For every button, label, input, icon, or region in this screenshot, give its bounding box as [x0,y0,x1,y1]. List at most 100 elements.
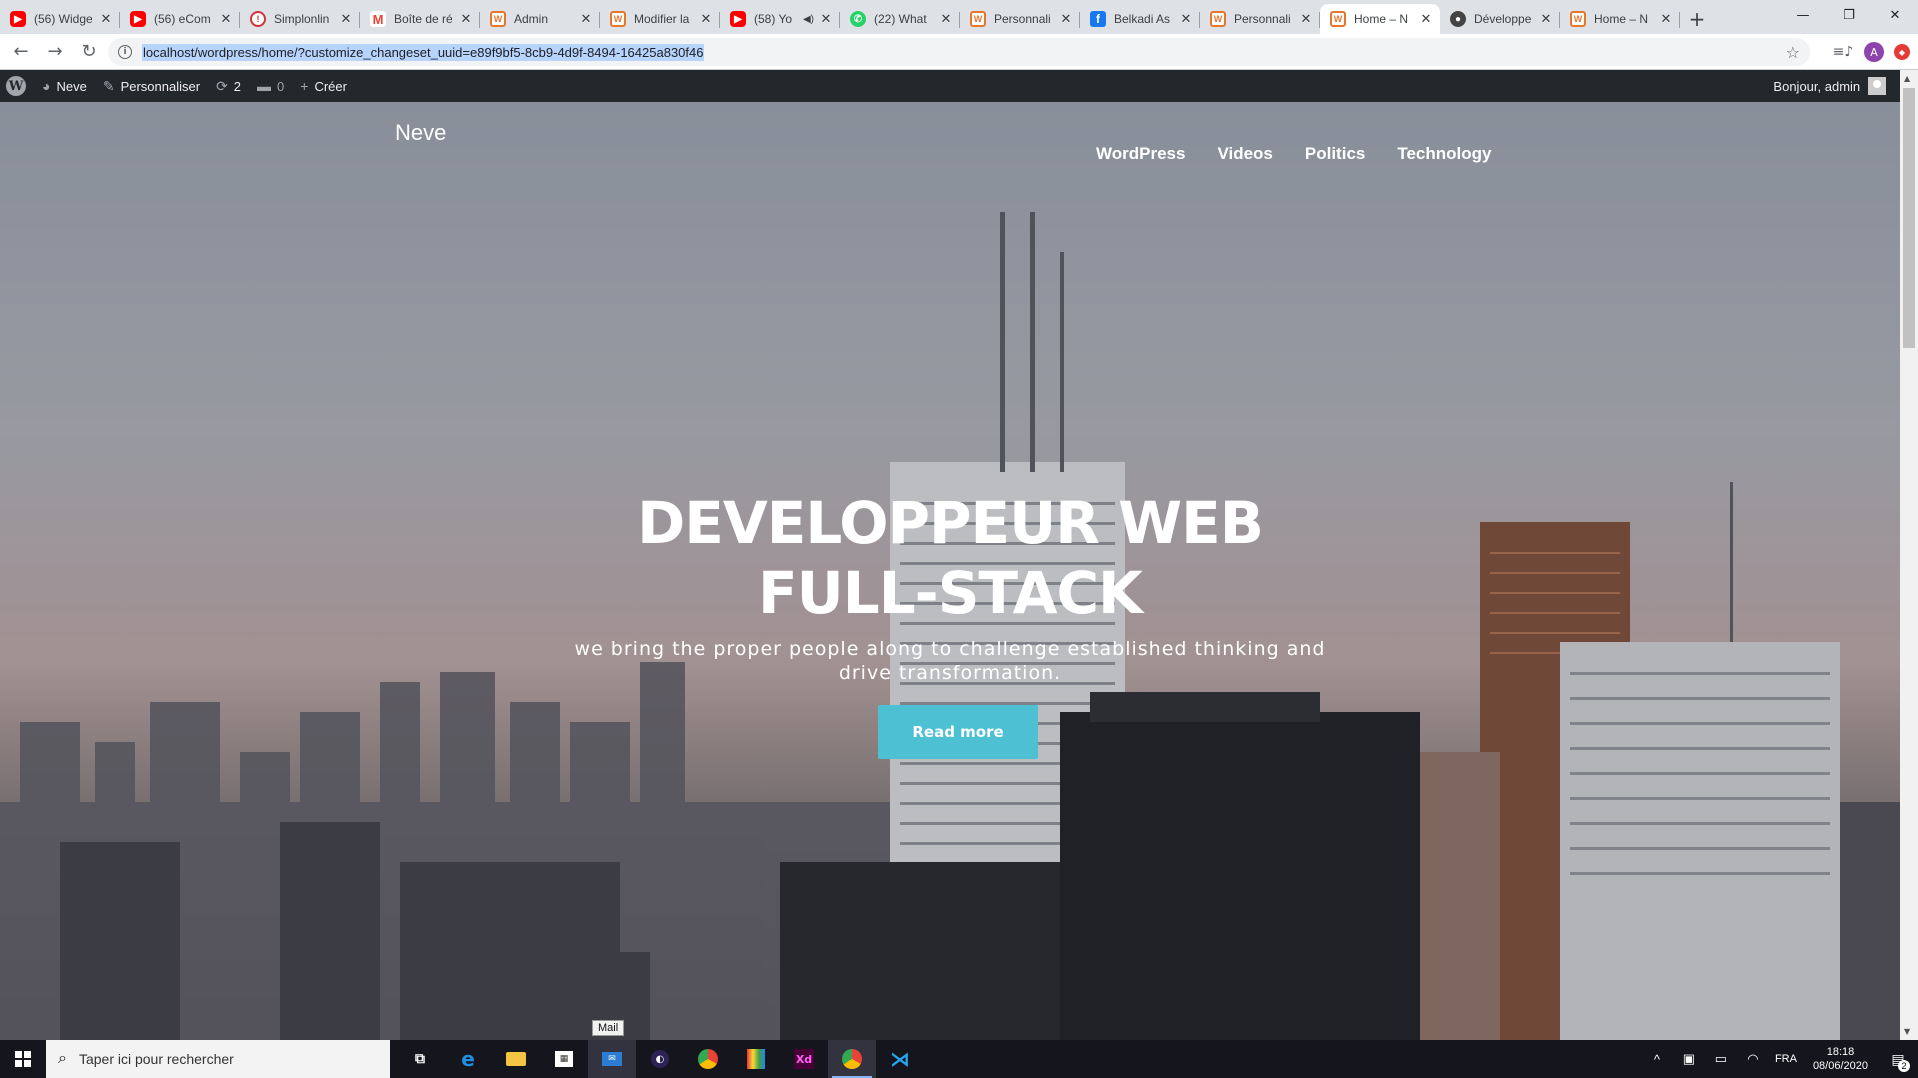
browser-tab[interactable]: W Admin ✕ [480,4,600,34]
close-tab-icon[interactable]: ✕ [698,11,714,27]
site-name: Neve [56,78,87,94]
menu-item-technology[interactable]: Technology [1397,144,1491,164]
browser-tab[interactable]: ● Développe ✕ [1440,4,1560,34]
url-text[interactable]: localhost/wordpress/home/?customize_chan… [142,43,705,61]
close-tab-icon[interactable]: ✕ [818,11,834,27]
updates-count: 2 [233,78,242,94]
new-tab-button[interactable]: + [1680,4,1714,34]
vscode-button[interactable]: ⋊ [876,1040,924,1078]
browser-tab[interactable]: ▶ (56) Widge ✕ [0,4,120,34]
windows-logo-icon [15,1051,31,1067]
browser-tab[interactable]: ! Simplonlin ✕ [240,4,360,34]
browser-tab[interactable]: ✆ (22) What ✕ [840,4,960,34]
bookmark-star-icon[interactable]: ☆ [1786,43,1800,62]
close-tab-icon[interactable]: ✕ [1298,11,1314,27]
youtube-icon: ▶ [730,11,746,27]
battery-icon[interactable]: ▭ [1705,1051,1737,1067]
close-tab-icon[interactable]: ✕ [1178,11,1194,27]
scroll-down-arrow-icon[interactable]: ▼ [1904,1027,1910,1036]
taskbar-search[interactable]: ⌕ Taper ici pour rechercher [46,1040,390,1078]
page-scrollbar[interactable]: ▲ ▼ [1900,70,1918,1040]
browser-tab[interactable]: W Modifier la ✕ [600,4,720,34]
scroll-up-arrow-icon[interactable]: ▲ [1904,74,1910,83]
forward-arrow-icon[interactable]: → [38,38,72,66]
chrome-profile-button[interactable] [828,1040,876,1078]
browser-tab-active[interactable]: W Home – N ✕ [1320,4,1440,34]
updates-icon: ⟳ [216,77,228,94]
store-button[interactable]: ▦ [540,1040,588,1078]
task-view-button[interactable]: ⧉ [396,1040,444,1078]
close-tab-icon[interactable]: ✕ [938,11,954,27]
menu-item-wordpress[interactable]: WordPress [1096,144,1185,164]
account-greeting[interactable]: Bonjour, admin [1773,79,1860,94]
facebook-icon: f [1090,11,1106,27]
browser-tab[interactable]: W Home – N ✕ [1560,4,1680,34]
wordpress-site-icon: W [1570,11,1586,27]
read-more-button[interactable]: Read more [878,705,1038,759]
back-arrow-icon[interactable]: ← [4,38,38,66]
admin-bar-new[interactable]: + Créer [292,70,355,102]
close-tab-icon[interactable]: ✕ [1058,11,1074,27]
new-label: Créer [314,78,347,94]
close-tab-icon[interactable]: ✕ [1658,11,1674,27]
clock-time: 18:18 [1826,1046,1855,1058]
scrollbar-thumb[interactable] [1903,88,1915,348]
mail-button[interactable]: ✉ [588,1040,636,1078]
tab-label: (22) What [874,12,927,26]
close-tab-icon[interactable]: ✕ [458,11,474,27]
browser-tab[interactable]: M Boîte de ré ✕ [360,4,480,34]
adobe-xd-button[interactable]: Xd [780,1040,828,1078]
browser-tab[interactable]: ▶ (58) Yo ◀) ✕ [720,4,840,34]
extension-icon[interactable]: ◆ [1894,44,1910,60]
wifi-icon[interactable]: ◠ [1737,1051,1769,1067]
file-explorer-button[interactable] [492,1040,540,1078]
browser-tab[interactable]: W Personnali ✕ [960,4,1080,34]
menu-item-videos[interactable]: Videos [1217,144,1272,164]
task-view-icon: ⧉ [415,1051,425,1067]
close-tab-icon[interactable]: ✕ [338,11,354,27]
start-button[interactable] [0,1040,46,1078]
edge-button[interactable]: e [444,1040,492,1078]
close-tab-icon[interactable]: ✕ [98,11,114,27]
site-info-icon[interactable]: i [118,45,132,59]
menu-item-politics[interactable]: Politics [1305,144,1365,164]
dashboard-icon: ◕ [42,78,51,94]
wordpress-logo-icon[interactable]: W [6,76,26,96]
language-indicator[interactable]: FRA [1775,1053,1797,1065]
youtube-icon: ▶ [10,11,26,27]
brush-icon: ✎ [102,77,115,94]
minimize-icon[interactable]: — [1780,0,1826,30]
browser-tab[interactable]: f Belkadi As ✕ [1080,4,1200,34]
plus-icon: + [300,78,309,94]
close-window-icon[interactable]: ✕ [1872,0,1918,30]
notification-center-button[interactable]: ▤ 2 [1878,1040,1918,1078]
chevron-up-icon[interactable]: ^ [1641,1052,1673,1067]
folder-icon [506,1052,526,1066]
media-control-icon[interactable]: ≡♪ [1832,41,1854,63]
address-bar[interactable]: i localhost/wordpress/home/?customize_ch… [108,38,1810,66]
profile-avatar[interactable]: A [1864,42,1884,62]
admin-bar-customize[interactable]: ✎ Personnaliser [95,70,208,102]
close-tab-icon[interactable]: ✕ [218,11,234,27]
network-monitor-icon[interactable]: ▣ [1673,1051,1705,1067]
eclipse-button[interactable]: ◐ [636,1040,684,1078]
clock[interactable]: 18:18 08/06/2020 [1813,1045,1868,1073]
close-tab-icon[interactable]: ✕ [578,11,594,27]
admin-bar-updates[interactable]: ⟳ 2 [208,70,249,102]
site-title[interactable]: Neve [395,120,446,146]
chrome-button[interactable] [684,1040,732,1078]
browser-tab[interactable]: ▶ (56) eCom ✕ [120,4,240,34]
reload-icon[interactable]: ↻ [72,38,106,66]
admin-bar-comments[interactable]: ▬ 0 [249,70,292,102]
close-tab-icon[interactable]: ✕ [1538,11,1554,27]
restore-icon[interactable]: ❐ [1826,0,1872,30]
admin-bar-site[interactable]: ◕ Neve [34,70,95,102]
simplon-icon: ! [250,11,266,27]
hero-section: Neve WordPress Videos Politics Technolog… [0,102,1900,1040]
paint-button[interactable] [732,1040,780,1078]
user-avatar[interactable] [1868,77,1887,95]
browser-tab[interactable]: W Personnali ✕ [1200,4,1320,34]
search-placeholder: Taper ici pour rechercher [78,1051,234,1067]
close-tab-icon[interactable]: ✕ [1418,11,1434,27]
speaker-icon[interactable]: ◀) [803,14,814,25]
